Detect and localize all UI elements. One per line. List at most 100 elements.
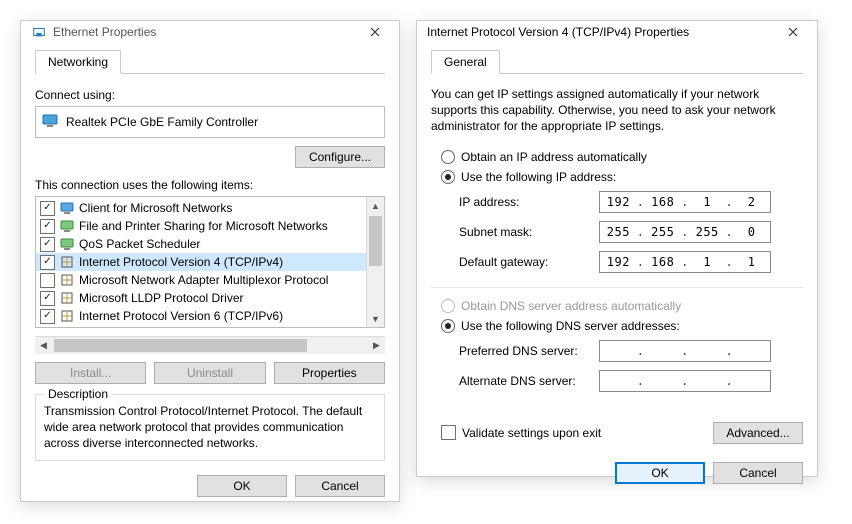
vertical-scrollbar[interactable]: ▲ ▼ — [366, 197, 384, 327]
scroll-thumb[interactable] — [369, 216, 382, 266]
tab-networking[interactable]: Networking — [35, 50, 121, 74]
install-button[interactable]: Install... — [35, 362, 146, 384]
scroll-left-icon[interactable]: ◀ — [35, 340, 52, 351]
service-icon — [59, 236, 75, 252]
list-item[interactable]: QoS Packet Scheduler — [36, 235, 366, 253]
intro-text: You can get IP settings assigned automat… — [431, 86, 803, 135]
checkbox-icon[interactable] — [40, 273, 55, 288]
alternate-dns-label: Alternate DNS server: — [459, 374, 599, 388]
radio-label: Obtain DNS server address automatically — [461, 299, 681, 313]
cancel-button[interactable]: Cancel — [713, 462, 803, 484]
ip-address-field[interactable]: 192.168.1.2 — [599, 191, 771, 213]
ip-octet[interactable]: 192 — [604, 255, 632, 269]
radio-label: Obtain an IP address automatically — [461, 150, 647, 164]
tabrow: General — [431, 49, 803, 74]
scroll-right-icon[interactable]: ▶ — [368, 340, 385, 351]
advanced-button[interactable]: Advanced... — [713, 422, 803, 444]
checkbox-icon[interactable] — [40, 255, 55, 270]
window-title: Ethernet Properties — [53, 25, 357, 39]
checkbox-icon[interactable] — [40, 201, 55, 216]
subnet-mask-field[interactable]: 255.255.255.0 — [599, 221, 771, 243]
dot-icon: . — [681, 344, 689, 358]
dot-icon: . — [726, 255, 734, 269]
validate-label: Validate settings upon exit — [462, 426, 601, 440]
ip-octet[interactable]: 1 — [693, 195, 721, 209]
preferred-dns-label: Preferred DNS server: — [459, 344, 599, 358]
description-group: Description Transmission Control Protoco… — [35, 394, 385, 461]
configure-button[interactable]: Configure... — [295, 146, 385, 168]
list-item[interactable]: File and Printer Sharing for Microsoft N… — [36, 217, 366, 235]
protocol-icon — [59, 272, 75, 288]
checkbox-icon[interactable] — [40, 237, 55, 252]
description-text: Transmission Control Protocol/Internet P… — [44, 403, 376, 452]
radio-ip-auto[interactable]: Obtain an IP address automatically — [441, 150, 803, 164]
description-legend: Description — [44, 387, 112, 401]
ip-octet[interactable]: 0 — [738, 225, 766, 239]
titlebar: Internet Protocol Version 4 (TCP/IPv4) P… — [417, 21, 817, 43]
ip-octet[interactable]: 168 — [649, 255, 677, 269]
ok-button[interactable]: OK — [615, 462, 705, 484]
dot-icon: . — [637, 195, 645, 209]
ip-octet[interactable]: 255 — [649, 225, 677, 239]
list-item[interactable]: Internet Protocol Version 4 (TCP/IPv4) — [36, 253, 366, 271]
checkbox-icon[interactable] — [40, 219, 55, 234]
checkbox-icon — [441, 425, 456, 440]
list-item[interactable]: Client for Microsoft Networks — [36, 199, 366, 217]
client-icon — [59, 200, 75, 216]
radio-icon — [441, 299, 455, 313]
dot-icon: . — [726, 225, 734, 239]
list-item-label: Microsoft Network Adapter Multiplexor Pr… — [79, 273, 328, 287]
tab-general[interactable]: General — [431, 50, 500, 74]
ip-octet[interactable]: 192 — [604, 195, 632, 209]
protocol-icon — [59, 290, 75, 306]
list-item[interactable]: Microsoft Network Adapter Multiplexor Pr… — [36, 271, 366, 289]
ip-octet[interactable]: 255 — [693, 225, 721, 239]
items-label: This connection uses the following items… — [35, 178, 385, 192]
radio-dns-auto: Obtain DNS server address automatically — [441, 299, 803, 313]
ok-button[interactable]: OK — [197, 475, 287, 497]
dot-icon: . — [637, 344, 645, 358]
validate-checkbox[interactable]: Validate settings upon exit — [441, 425, 601, 440]
uninstall-button[interactable]: Uninstall — [154, 362, 265, 384]
preferred-dns-field[interactable]: ... — [599, 340, 771, 362]
dot-icon: . — [637, 225, 645, 239]
default-gateway-field[interactable]: 192.168.1.1 — [599, 251, 771, 273]
radio-dns-manual[interactable]: Use the following DNS server addresses: — [441, 319, 803, 333]
radio-ip-manual[interactable]: Use the following IP address: — [441, 170, 803, 184]
radio-icon — [441, 150, 455, 164]
adapter-field[interactable]: Realtek PCIe GbE Family Controller — [35, 106, 385, 138]
radio-icon — [441, 170, 455, 184]
dot-icon: . — [726, 344, 734, 358]
list-item-label: Microsoft LLDP Protocol Driver — [79, 291, 244, 305]
scroll-up-icon[interactable]: ▲ — [367, 197, 384, 214]
dot-icon: . — [681, 374, 689, 388]
ip-octet[interactable]: 1 — [693, 255, 721, 269]
list-item-label: Client for Microsoft Networks — [79, 201, 232, 215]
scroll-down-icon[interactable]: ▼ — [367, 310, 384, 327]
radio-label: Use the following IP address: — [461, 170, 616, 184]
ip-octet[interactable]: 168 — [649, 195, 677, 209]
checkbox-icon[interactable] — [40, 309, 55, 324]
cancel-button[interactable]: Cancel — [295, 475, 385, 497]
dot-icon: . — [726, 374, 734, 388]
close-icon[interactable] — [775, 21, 811, 43]
dot-icon: . — [681, 195, 689, 209]
items-listbox[interactable]: Client for Microsoft Networks File and Pr… — [35, 196, 385, 328]
ipv4-properties-dialog: Internet Protocol Version 4 (TCP/IPv4) P… — [416, 20, 818, 477]
adapter-name: Realtek PCIe GbE Family Controller — [66, 115, 258, 129]
list-item[interactable]: Microsoft LLDP Protocol Driver — [36, 289, 366, 307]
close-icon[interactable] — [357, 21, 393, 43]
list-item[interactable]: Internet Protocol Version 6 (TCP/IPv6) — [36, 307, 366, 325]
list-item-label: QoS Packet Scheduler — [79, 237, 200, 251]
window-title: Internet Protocol Version 4 (TCP/IPv4) P… — [427, 25, 775, 39]
ip-octet[interactable]: 255 — [604, 225, 632, 239]
scroll-thumb-h[interactable] — [54, 339, 307, 352]
horizontal-scrollbar[interactable]: ◀ ▶ — [35, 336, 385, 354]
tabrow: Networking — [35, 49, 385, 74]
checkbox-icon[interactable] — [40, 291, 55, 306]
ip-octet[interactable]: 1 — [738, 255, 766, 269]
alternate-dns-field[interactable]: ... — [599, 370, 771, 392]
ip-octet[interactable]: 2 — [738, 195, 766, 209]
titlebar: Ethernet Properties — [21, 21, 399, 43]
properties-button[interactable]: Properties — [274, 362, 385, 384]
